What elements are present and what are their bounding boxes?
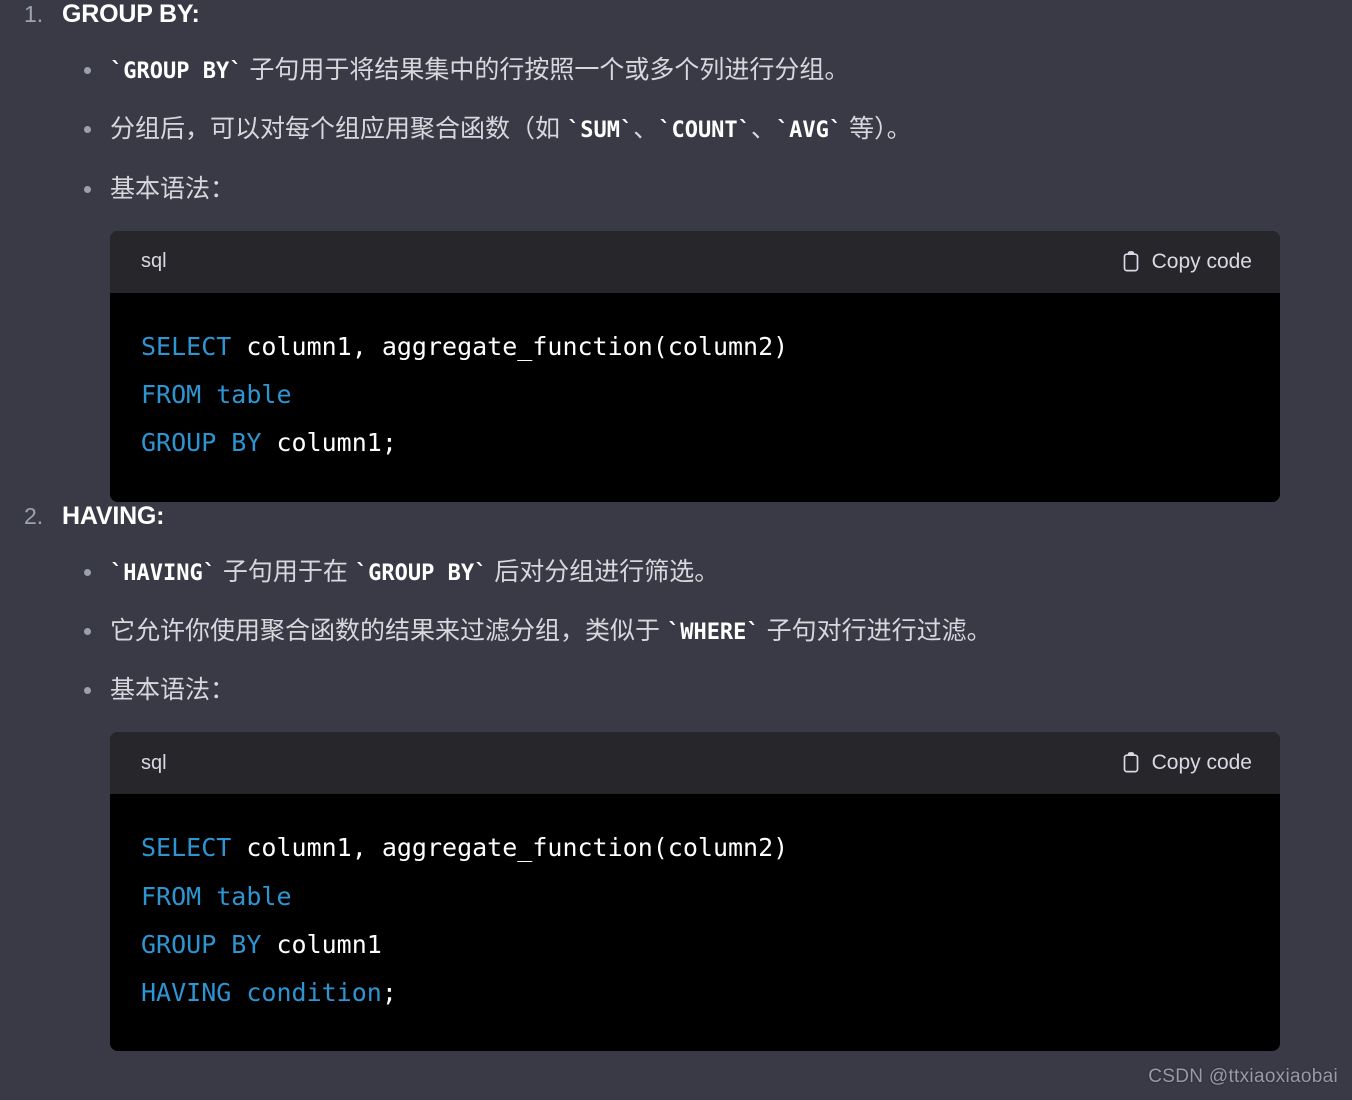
- copy-code-button[interactable]: Copy code: [1121, 751, 1252, 775]
- code-block-body[interactable]: SELECT column1, aggregate_function(colum…: [110, 292, 1280, 502]
- code-plain: column1;: [261, 428, 397, 458]
- section-title: GROUP BY:: [62, 0, 200, 28]
- clipboard-icon: [1121, 250, 1141, 273]
- numbered-outline: 1. GROUP BY: `GROUP BY` 子句用于将结果集中的行按照一个或…: [0, 0, 1352, 1052]
- code-block-body[interactable]: SELECT column1, aggregate_function(colum…: [110, 794, 1280, 1052]
- code-block-header: sql Copy code: [110, 230, 1280, 293]
- code-plain: column1, aggregate_function(column2): [231, 331, 789, 361]
- bullet-item: 基本语法：: [0, 171, 1352, 207]
- bullet-text: 子句用于在: [215, 557, 355, 586]
- code-keyword: HAVING condition: [141, 978, 382, 1007]
- code-block: sql Copy code SELECT column1, aggregate_…: [110, 230, 1280, 502]
- code-line: FROM table: [141, 873, 1249, 921]
- code-keyword: FROM table: [141, 881, 292, 911]
- inline-code: `AVG`: [775, 118, 843, 144]
- bullet-text: 后对分组进行筛选。: [487, 557, 720, 586]
- bullet-item: `GROUP BY` 子句用于将结果集中的行按照一个或多个列进行分组。: [0, 52, 1352, 88]
- bullet-item: 基本语法：: [0, 672, 1352, 708]
- code-language-label: sql: [141, 751, 167, 774]
- bullet-item: 分组后，可以对每个组应用聚合函数（如 `SUM`、`COUNT`、`AVG` 等…: [0, 111, 1352, 147]
- section-title: HAVING:: [62, 501, 165, 530]
- code-block: sql Copy code SELECT column1, aggregate_…: [110, 732, 1280, 1052]
- outline-section-2: 2. HAVING: `HAVING` 子句用于在 `GROUP BY` 后对分…: [0, 502, 1352, 1052]
- bullet-text: 基本语法：: [110, 174, 236, 203]
- inline-code: `HAVING`: [110, 560, 216, 586]
- code-plain: column1, aggregate_function(column2): [231, 833, 789, 863]
- clipboard-icon: [1121, 752, 1141, 774]
- code-plain: ;: [381, 978, 397, 1007]
- inline-code: `COUNT`: [658, 118, 751, 144]
- bullet-text: 分组后，可以对每个组应用聚合函数（如: [110, 115, 567, 144]
- code-line: HAVING condition;: [141, 969, 1249, 1017]
- copy-code-label: Copy code: [1151, 751, 1252, 775]
- code-keyword: FROM table: [141, 380, 292, 409]
- code-keyword: GROUP BY: [141, 929, 262, 959]
- section-heading: 2. HAVING:: [0, 502, 1352, 531]
- code-block-header: sql Copy code: [110, 732, 1280, 795]
- bullet-text: 子句用于将结果集中的行按照一个或多个列进行分组。: [242, 56, 850, 84]
- bullet-text: 、: [633, 115, 659, 144]
- bullet-text: 子句对行进行过滤。: [759, 616, 992, 645]
- section-heading: 1. GROUP BY:: [0, 0, 1352, 29]
- code-keyword: GROUP BY: [141, 428, 262, 458]
- inline-code: `WHERE`: [666, 619, 760, 645]
- code-line: SELECT column1, aggregate_function(colum…: [141, 323, 1249, 371]
- bullet-text: 它允许你使用聚合函数的结果来过滤分组，类似于: [110, 616, 667, 645]
- code-keyword: SELECT: [141, 331, 232, 361]
- section-bullet-list: `HAVING` 子句用于在 `GROUP BY` 后对分组进行筛选。 它允许你使…: [0, 554, 1352, 709]
- bullet-item: `HAVING` 子句用于在 `GROUP BY` 后对分组进行筛选。: [0, 554, 1352, 590]
- bullet-text: 基本语法：: [110, 676, 236, 704]
- inline-code: `SUM`: [566, 118, 634, 144]
- bullet-text: 等）。: [842, 115, 912, 144]
- inline-code: `GROUP BY`: [110, 59, 243, 84]
- code-language-label: sql: [141, 250, 167, 273]
- code-line: GROUP BY column1;: [141, 419, 1249, 467]
- code-line: FROM table: [141, 371, 1249, 419]
- bullet-text: 、: [750, 115, 776, 144]
- section-number: 2.: [24, 502, 44, 529]
- code-line: GROUP BY column1: [141, 921, 1249, 969]
- code-plain: column1: [261, 929, 382, 959]
- answer-content-panel: 1. GROUP BY: `GROUP BY` 子句用于将结果集中的行按照一个或…: [0, 0, 1352, 1100]
- section-bullet-list: `GROUP BY` 子句用于将结果集中的行按照一个或多个列进行分组。 分组后，可…: [0, 52, 1352, 207]
- section-number: 1.: [24, 1, 44, 27]
- copy-code-label: Copy code: [1151, 249, 1252, 273]
- watermark: CSDN @ttxiaoxiaobai: [1148, 1066, 1338, 1087]
- inline-code: `GROUP BY`: [354, 560, 488, 586]
- outline-section-1: 1. GROUP BY: `GROUP BY` 子句用于将结果集中的行按照一个或…: [0, 0, 1352, 502]
- copy-code-button[interactable]: Copy code: [1121, 250, 1252, 274]
- code-line: SELECT column1, aggregate_function(colum…: [141, 824, 1249, 872]
- code-keyword: SELECT: [141, 833, 232, 863]
- bullet-item: 它允许你使用聚合函数的结果来过滤分组，类似于 `WHERE` 子句对行进行过滤。: [0, 613, 1352, 649]
